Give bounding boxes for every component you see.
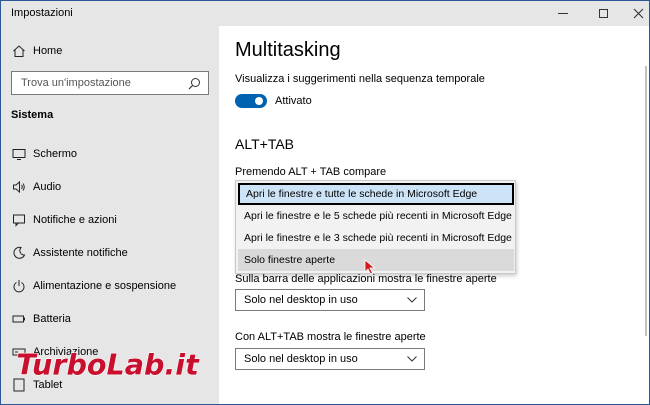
sidebar-item-assistente[interactable]: Assistente notifiche: [1, 238, 219, 268]
alttab-label: Premendo ALT + TAB compare: [235, 166, 387, 178]
alttab2-label: Con ALT+TAB mostra le finestre aperte: [235, 331, 426, 343]
window-title: Impostazioni: [11, 7, 73, 19]
battery-icon: [12, 312, 26, 326]
minimize-icon: [558, 13, 568, 14]
alttab-heading: ALT+TAB: [235, 136, 295, 152]
toggle-knob: [255, 97, 263, 105]
sidebar-item-audio[interactable]: Audio: [1, 172, 219, 202]
home-label: Home: [33, 45, 63, 57]
search-placeholder: Trova un'impostazione: [21, 77, 131, 89]
chevron-down-icon: [407, 356, 417, 362]
chevron-down-icon: [407, 297, 417, 303]
toggle-state-label: Attivato: [275, 95, 312, 107]
sidebar-item-home[interactable]: Home: [1, 36, 219, 66]
close-button[interactable]: [621, 1, 649, 26]
sidebar-item-label: Assistente notifiche: [33, 247, 128, 259]
mouse-cursor-icon: [364, 259, 376, 275]
title-bar: Impostazioni: [1, 1, 649, 26]
home-icon: [12, 44, 26, 58]
maximize-icon: [598, 9, 608, 18]
moon-icon: [12, 246, 26, 260]
sidebar-item-label: Audio: [33, 181, 62, 193]
taskbar-windows-select[interactable]: Solo nel desktop in uso: [235, 289, 425, 311]
dropdown-option-5-tabs[interactable]: Apri le finestre e le 5 schede più recen…: [238, 205, 514, 227]
sidebar-item-label: Batteria: [33, 313, 71, 325]
alttab-windows-select[interactable]: Solo nel desktop in uso: [235, 348, 425, 370]
search-input[interactable]: Trova un'impostazione: [11, 71, 209, 95]
close-icon: [633, 8, 643, 19]
sidebar-item-label: Notifiche e azioni: [33, 214, 117, 226]
dropdown-option-3-tabs[interactable]: Apri le finestre e le 3 schede più recen…: [238, 227, 514, 249]
suggestions-label: Visualizza i suggerimenti nella sequenza…: [235, 73, 485, 85]
speaker-icon: [12, 180, 26, 194]
svg-text:TurboLab.it: TurboLab.it: [16, 347, 200, 381]
dropdown-option-windows-only[interactable]: Solo finestre aperte: [238, 249, 514, 271]
monitor-icon: [12, 147, 26, 161]
scrollbar[interactable]: [645, 66, 647, 336]
section-title: Sistema: [11, 109, 54, 121]
settings-window: Impostazioni Home Trova un'impostazione …: [0, 0, 650, 405]
turbolab-watermark-logo: TurboLab.it: [16, 347, 201, 382]
sidebar-item-notifiche[interactable]: Notifiche e azioni: [1, 205, 219, 235]
notification-icon: [12, 213, 26, 227]
dropdown-option-all-tabs[interactable]: Apri le finestre e tutte le schede in Mi…: [238, 183, 514, 205]
sidebar-item-schermo[interactable]: Schermo: [1, 139, 219, 169]
maximize-button[interactable]: [586, 1, 620, 26]
search-icon: [188, 78, 200, 90]
page-title: Multitasking: [235, 39, 341, 61]
suggestions-toggle[interactable]: [235, 94, 267, 108]
main-content: Multitasking Visualizza i suggerimenti n…: [219, 26, 649, 404]
sidebar-item-alimentazione[interactable]: Alimentazione e sospensione: [1, 271, 219, 301]
power-icon: [12, 279, 26, 293]
sidebar-item-label: Alimentazione e sospensione: [33, 280, 177, 292]
minimize-button[interactable]: [546, 1, 580, 26]
sidebar-item-label: Schermo: [33, 148, 78, 160]
sidebar-item-batteria[interactable]: Batteria: [1, 304, 219, 334]
select-value: Solo nel desktop in uso: [244, 294, 358, 306]
select-value: Solo nel desktop in uso: [244, 353, 358, 365]
